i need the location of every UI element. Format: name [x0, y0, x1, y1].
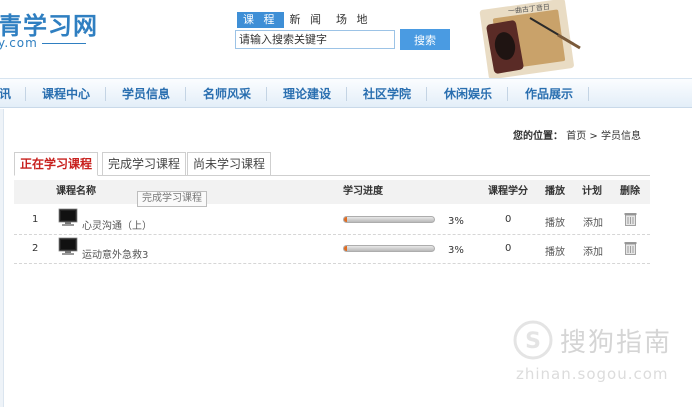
- site-header: 青学习网 y.com 课 程 新 闻 场 地 搜索 一曲古丁音日: [0, 0, 692, 80]
- nav-divider: [426, 87, 427, 101]
- progress-bar: [343, 216, 435, 223]
- svg-text:S: S: [525, 329, 541, 354]
- nav-divider: [25, 87, 26, 101]
- table-row: 1 心灵沟通（上） 3% 0 播放 添加: [14, 206, 650, 235]
- search-button[interactable]: 搜索: [400, 29, 450, 50]
- column-header-name: 课程名称: [56, 186, 96, 197]
- nav-item-news[interactable]: 讯: [0, 79, 11, 109]
- play-link[interactable]: 播放: [545, 243, 565, 258]
- nav-item-leisure[interactable]: 休闲娱乐: [444, 79, 492, 109]
- tab-tooltip: 完成学习课程: [137, 191, 207, 207]
- column-header-play: 播放: [545, 186, 565, 197]
- nav-divider: [346, 87, 347, 101]
- column-header-credit: 课程学分: [488, 186, 528, 197]
- progress-fill: [344, 217, 347, 222]
- site-logo-domain: y.com: [0, 36, 86, 50]
- nav-item-student-info[interactable]: 学员信息: [122, 79, 170, 109]
- monitor-icon: [58, 237, 78, 255]
- search-category-tabs: 课 程 新 闻 场 地: [237, 12, 377, 28]
- course-table-header: 课程名称 学习进度 课程学分 播放 计划 删除: [14, 180, 650, 204]
- column-header-progress: 学习进度: [343, 186, 383, 197]
- search-tab-venue[interactable]: 场 地: [330, 12, 377, 28]
- logo-underline: [41, 43, 86, 44]
- add-plan-link[interactable]: 添加: [583, 214, 603, 229]
- table-row: 2 运动意外急救3 3% 0 播放 添加: [14, 235, 650, 264]
- logo-domain-text: y.com: [0, 36, 38, 50]
- breadcrumb-current: 学员信息: [601, 131, 641, 142]
- tab-learning-courses[interactable]: 正在学习课程: [14, 152, 99, 176]
- nav-item-works[interactable]: 作品展示: [525, 79, 573, 109]
- column-header-delete: 删除: [620, 186, 640, 197]
- nav-divider: [588, 87, 589, 101]
- nav-divider: [105, 87, 106, 101]
- course-credit: 0: [505, 243, 512, 254]
- monitor-icon: [58, 208, 78, 226]
- progress-fill: [344, 246, 347, 251]
- course-name-link[interactable]: 心灵沟通（上）: [82, 217, 152, 232]
- tab-completed-courses[interactable]: 完成学习课程: [102, 152, 187, 176]
- nav-item-teachers[interactable]: 名师风采: [203, 79, 251, 109]
- breadcrumb-home-link[interactable]: 首页: [566, 131, 586, 142]
- sogou-logo-icon: S: [513, 320, 553, 360]
- trash-icon[interactable]: [624, 212, 637, 226]
- course-status-tabs: 正在学习课程 完成学习课程 尚未学习课程: [14, 152, 650, 176]
- progress-bar: [343, 245, 435, 252]
- course-credit: 0: [505, 214, 512, 225]
- watermark-text: 搜狗指南: [560, 328, 673, 358]
- watermark-url: zhinan.sogou.com: [516, 365, 669, 383]
- breadcrumb-label: 您的位置：: [513, 131, 564, 142]
- column-header-plan: 计划: [582, 186, 602, 197]
- nav-item-course-center[interactable]: 课程中心: [42, 79, 90, 109]
- trash-icon[interactable]: [624, 241, 637, 255]
- nav-item-community[interactable]: 社区学院: [363, 79, 411, 109]
- breadcrumb: 您的位置： 首页 > 学员信息: [513, 127, 641, 142]
- progress-percent: 3%: [448, 245, 464, 256]
- nav-divider: [266, 87, 267, 101]
- nav-divider: [507, 87, 508, 101]
- search-input[interactable]: [235, 30, 395, 49]
- tab-unstarted-courses[interactable]: 尚未学习课程: [187, 152, 272, 176]
- breadcrumb-separator: >: [589, 131, 598, 142]
- row-index: 2: [32, 243, 39, 254]
- ink-calligraphy-decoration: 一曲古丁音日: [479, 0, 581, 80]
- course-name-link[interactable]: 运动意外急救3: [82, 246, 148, 261]
- search-tab-news[interactable]: 新 闻: [284, 12, 331, 28]
- row-index: 1: [32, 214, 39, 225]
- add-plan-link[interactable]: 添加: [583, 243, 603, 258]
- play-link[interactable]: 播放: [545, 214, 565, 229]
- search-tab-course[interactable]: 课 程: [237, 12, 284, 28]
- main-navigation: 讯 课程中心 学员信息 名师风采 理论建设 社区学院 休闲娱乐 作品展示: [0, 78, 692, 108]
- nav-divider: [185, 87, 186, 101]
- nav-item-theory[interactable]: 理论建设: [283, 79, 331, 109]
- progress-percent: 3%: [448, 216, 464, 227]
- left-sidebar-edge: [0, 109, 4, 407]
